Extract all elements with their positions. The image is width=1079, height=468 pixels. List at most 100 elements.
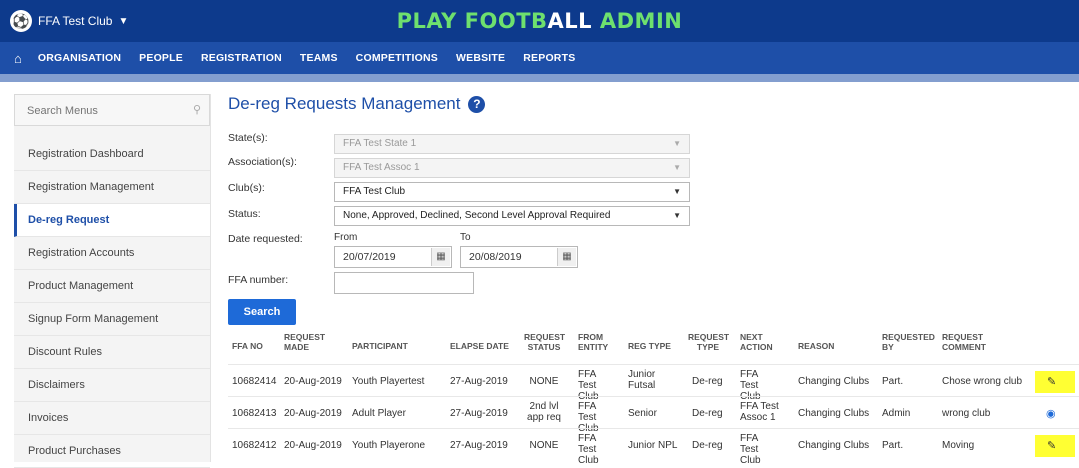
cell-request-type: De-reg xyxy=(692,408,723,419)
cell-reason: Changing Clubs xyxy=(798,440,870,451)
ffa-number-input[interactable] xyxy=(334,272,474,294)
app-title-part1: PLAY FOOTB xyxy=(396,9,548,33)
nav-website[interactable]: WEBSITE xyxy=(456,52,505,64)
cell-reg-type: Junior Futsal xyxy=(628,369,656,391)
cell-reason: Changing Clubs xyxy=(798,408,870,419)
cell-request-type: De-reg xyxy=(692,376,723,387)
page-title: De-reg Requests Management ? xyxy=(228,94,486,114)
cell-requested-by: Part. xyxy=(882,440,904,451)
sidebar-item-signup-form-management[interactable]: Signup Form Management xyxy=(14,303,210,336)
cell-participant: Adult Player xyxy=(352,408,406,419)
search-menus-input[interactable] xyxy=(15,95,189,127)
cell-next-action: FFA Test Assoc 1 xyxy=(740,401,779,423)
state-select: FFA Test State 1 ▼ xyxy=(334,134,690,154)
cell-request-made: 20-Aug-2019 xyxy=(284,440,342,451)
col-requested-by[interactable]: REQUESTED BY xyxy=(882,332,942,352)
top-header: ⚽ FFA Test Club ▼ PLAY FOOTBALL ADMIN xyxy=(0,0,1079,42)
search-button[interactable]: Search xyxy=(228,299,296,325)
cell-elapse-date: 27-Aug-2019 xyxy=(450,408,508,419)
club-select[interactable]: FFA Test Club ▼ xyxy=(334,182,690,202)
state-label: State(s): xyxy=(228,132,268,144)
chevron-down-icon: ▼ xyxy=(673,163,681,172)
nav-organisation[interactable]: ORGANISATION xyxy=(38,52,121,64)
app-title-part2: ALL xyxy=(547,9,600,33)
sidebar-item-product-purchases[interactable]: Product Purchases xyxy=(14,435,210,468)
calendar-icon[interactable]: ▦ xyxy=(431,248,450,266)
cell-participant: Youth Playerone xyxy=(352,440,426,451)
cell-ffa-no: 10682412 xyxy=(232,440,277,451)
sidebar-item-product-management[interactable]: Product Management xyxy=(14,270,210,303)
cell-requested-by: Admin xyxy=(882,408,911,419)
cell-reg-type: Junior NPL xyxy=(628,440,678,451)
col-elapse-date[interactable]: ELAPSE DATE xyxy=(450,341,509,351)
sidebar-item-registration-management[interactable]: Registration Management xyxy=(14,171,210,204)
to-label: To xyxy=(460,232,471,243)
sidebar-item-registration-dashboard[interactable]: Registration Dashboard xyxy=(14,138,210,171)
sidebar-item-invoices[interactable]: Invoices xyxy=(14,402,210,435)
table-header: FFA NO REQUEST MADE PARTICIPANT ELAPSE D… xyxy=(228,328,1079,364)
app-title-part3: ADMIN xyxy=(599,9,683,33)
cell-ffa-no: 10682414 xyxy=(232,376,277,387)
association-value: FFA Test Assoc 1 xyxy=(343,162,420,173)
status-value: None, Approved, Declined, Second Level A… xyxy=(343,210,611,221)
nav-competitions[interactable]: COMPETITIONS xyxy=(356,52,438,64)
eye-icon[interactable]: ◉ xyxy=(1046,407,1056,420)
cell-request-made: 20-Aug-2019 xyxy=(284,408,342,419)
col-request-type[interactable]: REQUEST TYPE xyxy=(688,332,729,352)
help-icon[interactable]: ? xyxy=(468,95,486,113)
nav-teams[interactable]: TEAMS xyxy=(300,52,338,64)
pencil-icon[interactable]: ✎ xyxy=(1047,439,1056,452)
state-value: FFA Test State 1 xyxy=(343,138,417,149)
cell-elapse-date: 27-Aug-2019 xyxy=(450,376,508,387)
club-label: Club(s): xyxy=(228,182,265,194)
pencil-icon[interactable]: ✎ xyxy=(1047,375,1056,388)
cell-request-comment: Moving xyxy=(942,440,975,451)
chevron-down-icon: ▼ xyxy=(673,139,681,148)
col-request-comment[interactable]: REQUEST COMMENT xyxy=(942,332,1002,352)
cell-reason: Changing Clubs xyxy=(798,376,870,387)
cell-request-status: NONE xyxy=(529,376,559,387)
main-content: De-reg Requests Management ? State(s): F… xyxy=(228,94,1079,466)
view-request-button[interactable]: ◉ xyxy=(1032,403,1072,423)
club-value: FFA Test Club xyxy=(343,186,406,197)
col-participant[interactable]: PARTICIPANT xyxy=(352,341,408,351)
cell-next-action: FFA Test Club xyxy=(740,433,761,466)
home-icon[interactable]: ⌂ xyxy=(14,51,22,66)
from-date-input[interactable]: 20/07/2019 ▦ xyxy=(334,246,452,268)
edit-request-button[interactable]: ✎ xyxy=(1032,435,1075,457)
ffa-number-label: FFA number: xyxy=(228,274,289,286)
table-row: 10682414 20-Aug-2019 Youth Playertest 27… xyxy=(228,364,1079,402)
sidebar-search: ⚲ xyxy=(14,94,210,127)
col-next-action[interactable]: NEXT ACTION xyxy=(740,332,780,352)
date-requested-label: Date requested: xyxy=(228,233,303,245)
search-icon[interactable]: ⚲ xyxy=(193,103,201,116)
col-request-status[interactable]: REQUEST STATUS xyxy=(524,332,565,352)
to-date-input[interactable]: 20/08/2019 ▦ xyxy=(460,246,578,268)
cell-elapse-date: 27-Aug-2019 xyxy=(450,440,508,451)
calendar-icon[interactable]: ▦ xyxy=(557,248,576,266)
from-label: From xyxy=(334,232,358,243)
sidebar-item-discount-rules[interactable]: Discount Rules xyxy=(14,336,210,369)
nav-reports[interactable]: REPORTS xyxy=(523,52,575,64)
edit-request-button[interactable]: ✎ xyxy=(1032,371,1075,393)
from-date-value: 20/07/2019 xyxy=(343,251,396,263)
col-from-entity[interactable]: FROM ENTITY xyxy=(578,332,618,352)
col-reg-type[interactable]: REG TYPE xyxy=(628,341,671,351)
sidebar-item-registration-accounts[interactable]: Registration Accounts xyxy=(14,237,210,270)
table-row: 10682413 20-Aug-2019 Adult Player 27-Aug… xyxy=(228,396,1079,434)
cell-request-type: De-reg xyxy=(692,440,723,451)
sidebar-item-disclaimers[interactable]: Disclaimers xyxy=(14,369,210,402)
nav-people[interactable]: PEOPLE xyxy=(139,52,183,64)
col-ffa-no[interactable]: FFA NO xyxy=(232,341,263,351)
status-select[interactable]: None, Approved, Declined, Second Level A… xyxy=(334,206,690,226)
chevron-down-icon: ▼ xyxy=(673,187,681,196)
cell-ffa-no: 10682413 xyxy=(232,408,277,419)
sidebar-item-dereg-request[interactable]: De-reg Request xyxy=(14,204,210,237)
nav-registration[interactable]: REGISTRATION xyxy=(201,52,282,64)
sidebar: ⚲ Registration Dashboard Registration Ma… xyxy=(14,94,211,468)
col-request-made[interactable]: REQUEST MADE xyxy=(284,332,328,352)
association-label: Association(s): xyxy=(228,156,297,168)
col-reason[interactable]: REASON xyxy=(798,341,834,351)
app-title: PLAY FOOTBALL ADMIN xyxy=(0,0,1079,42)
cell-request-comment: Chose wrong club xyxy=(942,376,1023,387)
